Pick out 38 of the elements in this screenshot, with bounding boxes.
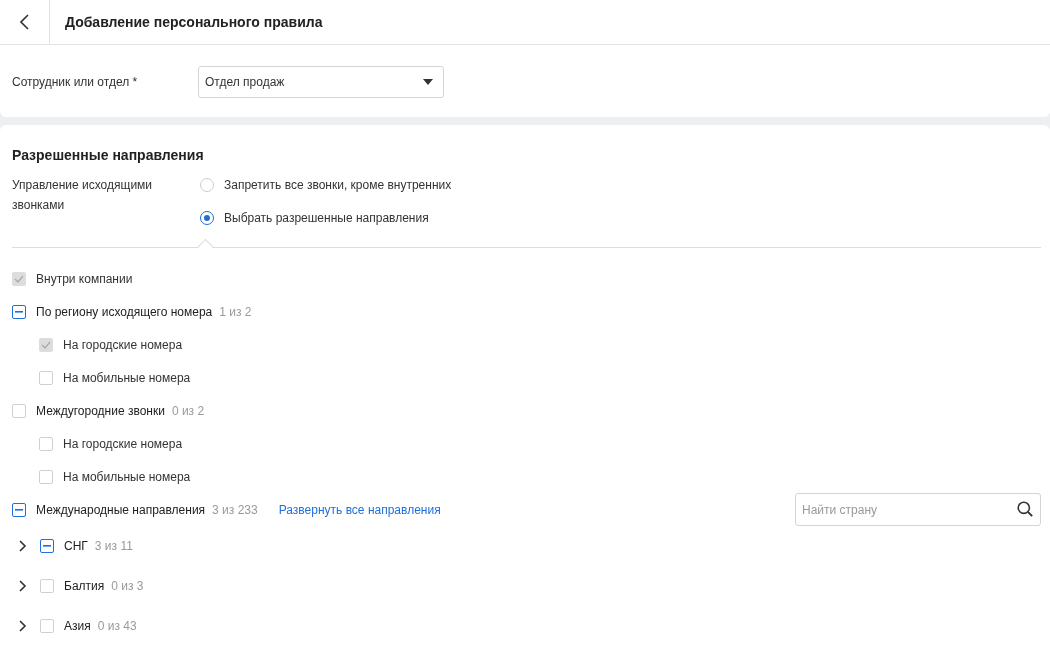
chevron-right-icon <box>19 580 27 592</box>
page-title: Добавление персонального правила <box>65 14 323 30</box>
selection-count: 0 из 43 <box>97 619 137 633</box>
selection-count: 0 из 2 <box>171 403 205 418</box>
chevron-left-icon <box>20 14 29 30</box>
checkbox-label: На мобильные номера <box>63 370 191 385</box>
checkbox-label: СНГ <box>64 539 88 553</box>
field-label: Сотрудник или отдел * <box>12 75 139 89</box>
checkbox-label: Международные направления <box>36 502 206 517</box>
checkbox-label: На городские номера <box>63 436 183 451</box>
search-icon <box>1017 501 1033 517</box>
minus-icon <box>15 508 23 511</box>
section-title: Разрешенные направления <box>12 146 205 163</box>
radio-option[interactable]: Выбрать разрешенные направления <box>200 208 452 228</box>
minus-icon <box>43 545 51 547</box>
checkbox[interactable] <box>40 539 54 553</box>
selection-count: 1 из 2 <box>219 304 252 319</box>
caret-down-icon <box>423 79 433 85</box>
field-label: Управление исходящими звонками <box>12 177 154 214</box>
checkbox[interactable] <box>12 304 26 319</box>
checkbox-label: По региону исходящего номера <box>36 304 213 319</box>
checkbox-label: На мобильные номера <box>63 469 191 484</box>
checkbox-label: На городские номера <box>63 337 183 352</box>
checkbox-label: Азия <box>64 619 91 633</box>
checkbox-label: Внутри компании <box>36 271 133 286</box>
employee-dropdown[interactable]: Отдел продаж <box>198 66 444 98</box>
chevron-right-icon <box>19 620 27 632</box>
selection-count: 3 из 11 <box>94 539 133 553</box>
selection-count: 3 из 233 <box>212 502 258 517</box>
chevron-right-icon <box>19 540 27 552</box>
checkbox[interactable] <box>12 502 26 517</box>
minus-icon <box>15 310 23 313</box>
checkbox-label: Балтия <box>64 579 105 593</box>
search-field[interactable]: Найти страну <box>795 493 1041 526</box>
expand-all-link[interactable]: Развернуть все направления <box>278 502 441 517</box>
selection-count: 0 из 3 <box>111 579 144 593</box>
checkbox-label: Междугородние звонки <box>36 403 165 418</box>
radio-option[interactable]: Запретить все звонки, кроме внутренних <box>200 175 452 195</box>
